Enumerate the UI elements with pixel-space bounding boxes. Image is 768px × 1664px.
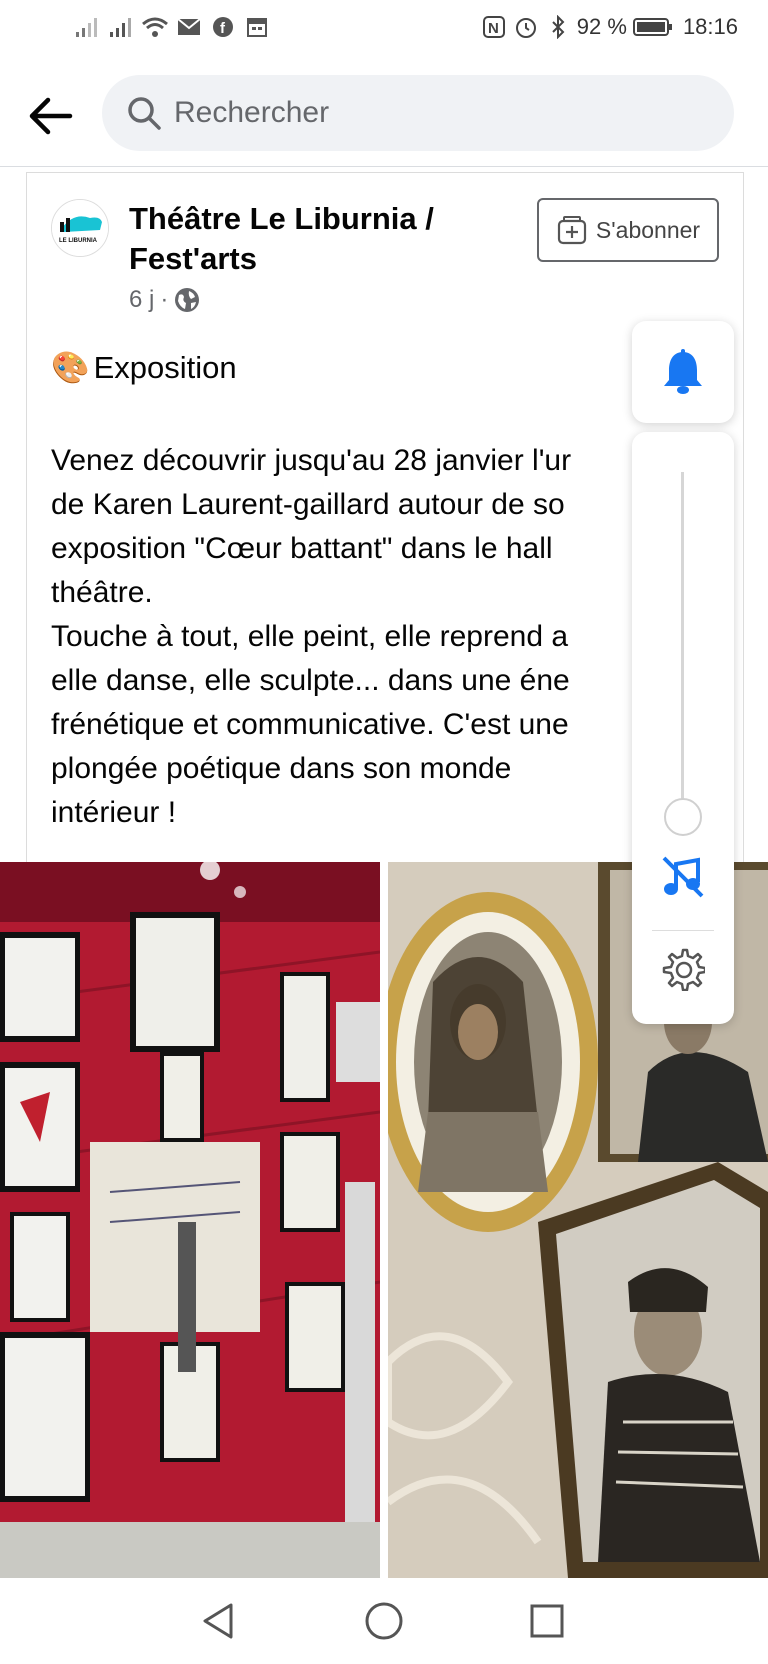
post-body: Venez découvrir jusqu'au 28 janvier l'ur… — [51, 444, 572, 829]
globe-icon — [175, 288, 200, 312]
back-button[interactable] — [22, 88, 78, 144]
page-name[interactable]: Théâtre Le Liburnia / Fest'arts — [129, 199, 489, 279]
svg-text:LE LIBURNIA: LE LIBURNIA — [59, 238, 98, 244]
volume-panel — [632, 432, 734, 1024]
subscribe-label: S'abonner — [595, 216, 701, 243]
search-input[interactable]: Rechercher — [102, 75, 734, 151]
search-placeholder: Rechercher — [174, 96, 330, 129]
nav-recents-button[interactable] — [524, 1598, 570, 1644]
mail-icon — [176, 14, 202, 40]
nav-home-button[interactable] — [361, 1598, 407, 1644]
back-arrow-icon — [29, 97, 73, 135]
signal-icon — [74, 14, 100, 40]
post-photo-gallery-wall[interactable] — [0, 862, 380, 1578]
calendar-icon — [244, 14, 270, 40]
page-avatar[interactable]: LE LIBURNIA — [51, 199, 109, 257]
signal-icon — [108, 14, 134, 40]
volume-panel-divider — [652, 930, 714, 931]
post-title: 🎨 Exposition — [51, 349, 237, 386]
subscribe-plus-icon — [557, 216, 587, 245]
nav-recents-icon — [530, 1604, 564, 1638]
notification-overlay-button[interactable] — [632, 321, 734, 423]
battery-icon — [632, 14, 673, 40]
bell-icon — [664, 349, 702, 394]
search-icon — [124, 93, 164, 133]
volume-slider-thumb[interactable] — [664, 798, 702, 836]
clock: 18:16 — [682, 14, 738, 39]
post-time[interactable]: 6 j — [129, 286, 154, 314]
liburnia-logo: LE LIBURNIA — [52, 200, 108, 256]
post-meta: 6 j · — [129, 286, 200, 314]
palette-icon: 🎨 — [51, 350, 90, 385]
app-header: Rechercher — [0, 66, 768, 167]
wifi-icon — [142, 14, 168, 40]
system-nav-bar — [0, 1578, 768, 1664]
subscribe-button[interactable]: S'abonner — [537, 198, 719, 262]
gear-icon — [662, 948, 705, 991]
music-mute-button[interactable] — [658, 852, 708, 902]
battery-percent: 92 % — [576, 14, 627, 39]
svg-text:N: N — [488, 20, 499, 37]
status-icons-left: f — [74, 14, 270, 40]
sound-settings-button[interactable] — [658, 944, 708, 994]
facebook-icon: f — [210, 14, 236, 40]
music-off-icon — [662, 856, 704, 898]
bluetooth-icon — [545, 14, 571, 40]
nfc-icon: N — [481, 14, 507, 40]
meta-separator: · — [160, 286, 169, 313]
volume-slider-track[interactable] — [681, 472, 684, 808]
gallery-wall-image — [0, 862, 380, 1578]
nav-home-icon — [365, 1602, 403, 1640]
status-icons-right: N 92 % 18:16 — [481, 14, 738, 40]
post-title-text: Exposition — [93, 349, 237, 385]
status-bar: f N 92 % 18:16 — [0, 0, 768, 60]
nav-back-icon — [203, 1603, 233, 1639]
nav-back-button[interactable] — [196, 1598, 242, 1644]
alarm-icon — [513, 14, 539, 40]
